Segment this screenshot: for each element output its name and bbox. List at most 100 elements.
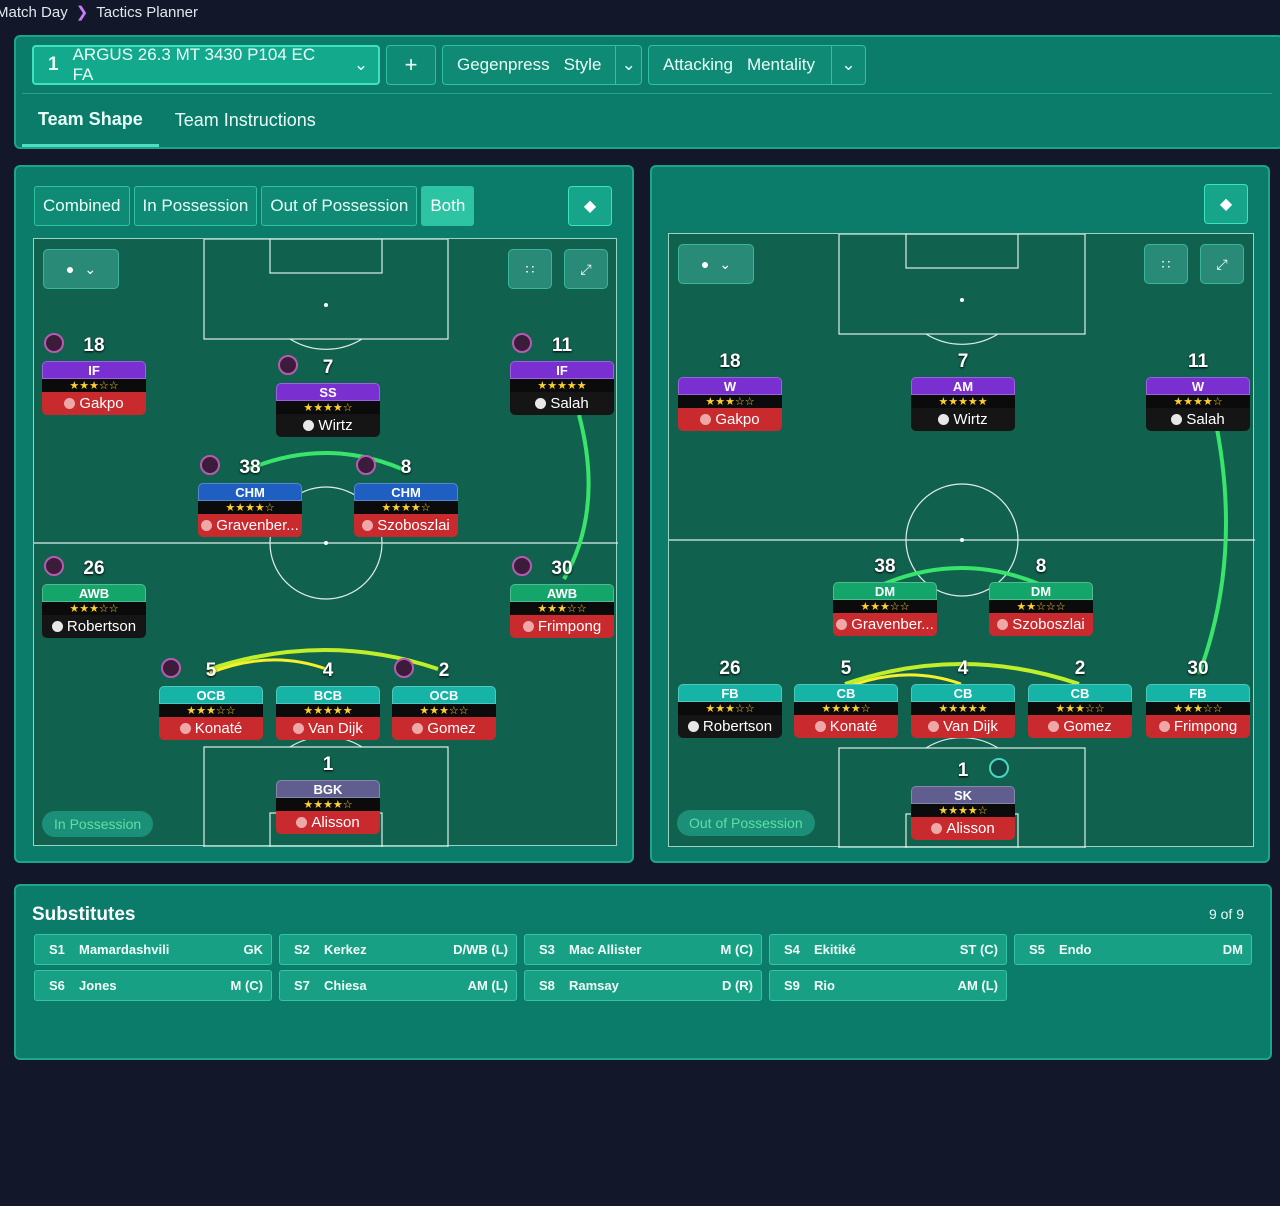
- substitute-item[interactable]: S1 Mamardashvili GK: [34, 934, 272, 965]
- chevron-down-icon[interactable]: ⌄: [344, 47, 378, 83]
- player-role: DM: [989, 582, 1093, 600]
- player-card[interactable]: 38 DM ★★★☆☆ Gravenber...: [833, 556, 937, 640]
- shirt-number: 2: [1074, 658, 1086, 679]
- expand-icon[interactable]: ⤢: [564, 249, 608, 289]
- player-card[interactable]: 11 IF ★★★★★ Salah: [510, 335, 614, 419]
- phase-label: Out of Possession: [677, 810, 815, 836]
- player-card[interactable]: 30 AWB ★★★☆☆ Frimpong: [510, 558, 614, 642]
- player-card[interactable]: 18 W ★★★☆☆ Gakpo: [678, 351, 782, 435]
- role-rating: ★★★★★: [911, 395, 1015, 408]
- player-role: IF: [42, 361, 146, 379]
- substitute-item[interactable]: S5 Endo DM: [1014, 934, 1252, 965]
- player-name: Gravenber...: [851, 616, 934, 633]
- player-name-bar: Gomez: [1028, 715, 1132, 738]
- player-card[interactable]: 5 CB ★★★★☆ Konaté: [794, 658, 898, 742]
- player-name: Alisson: [311, 814, 360, 831]
- style-dropdown[interactable]: Gegenpress Style ⌄: [442, 45, 642, 85]
- player-name: Frimpong: [1173, 718, 1238, 735]
- breadcrumb-separator-icon: ❯: [75, 4, 89, 21]
- visibility-toggle[interactable]: ● ⌄: [678, 244, 754, 284]
- tab-team-instructions[interactable]: Team Instructions: [159, 94, 332, 147]
- player-role: BCB: [276, 686, 380, 704]
- view-out-of-possession-button[interactable]: Out of Possession: [261, 186, 418, 226]
- player-role: BGK: [276, 780, 380, 798]
- role-rating: ★★★★★: [510, 379, 614, 392]
- grid-icon[interactable]: ∷: [1144, 244, 1188, 284]
- player-name-bar: Konaté: [159, 717, 263, 740]
- player-card[interactable]: 8 CHM ★★★★☆ Szoboszlai: [354, 457, 458, 541]
- player-card[interactable]: 11 W ★★★★☆ Salah: [1146, 351, 1250, 435]
- sub-position: AM (L): [957, 978, 998, 993]
- player-card[interactable]: 5 OCB ★★★☆☆ Konaté: [159, 660, 263, 744]
- player-name: Gomez: [427, 720, 476, 737]
- substitute-item[interactable]: S4 Ekitiké ST (C): [769, 934, 1007, 965]
- sub-position: DM: [1222, 942, 1243, 957]
- player-name-bar: Szoboszlai: [354, 514, 458, 537]
- player-card[interactable]: 4 CB ★★★★★ Van Dijk: [911, 658, 1015, 742]
- breadcrumb-parent[interactable]: Match Day: [0, 4, 68, 21]
- player-card[interactable]: 30 FB ★★★☆☆ Frimpong: [1146, 658, 1250, 742]
- player-card[interactable]: 7 SS ★★★★☆ Wirtz: [276, 357, 380, 441]
- view-in-possession-button[interactable]: In Possession: [133, 186, 258, 226]
- role-rating: ★★★★☆: [354, 501, 458, 514]
- player-role: SS: [276, 383, 380, 401]
- player-name: Van Dijk: [943, 718, 998, 735]
- substitute-item[interactable]: S9 Rio AM (L): [769, 970, 1007, 1001]
- tactic-selector[interactable]: 1 ARGUS 26.3 MT 3430 P104 EC FA ⌄: [32, 45, 380, 85]
- substitute-item[interactable]: S6 Jones M (C): [34, 970, 272, 1001]
- player-name-bar: Alisson: [911, 817, 1015, 840]
- sub-slot: S7: [294, 978, 310, 993]
- sub-slot: S3: [539, 942, 555, 957]
- player-name-bar: Robertson: [42, 615, 146, 638]
- player-card[interactable]: 26 AWB ★★★☆☆ Robertson: [42, 558, 146, 642]
- tactic-icon[interactable]: ◆: [568, 186, 612, 226]
- expand-icon[interactable]: ⤢: [1200, 244, 1244, 284]
- tactic-name: ARGUS 26.3 MT 3430 P104 EC FA: [72, 45, 316, 84]
- tab-team-shape[interactable]: Team Shape: [22, 94, 159, 147]
- sub-name: Endo: [1059, 942, 1092, 957]
- player-name: Gakpo: [79, 395, 124, 412]
- shirt-number: 4: [957, 658, 969, 679]
- add-tactic-button[interactable]: +: [386, 45, 436, 85]
- person-icon: [687, 721, 699, 732]
- view-combined-button[interactable]: Combined: [34, 186, 130, 226]
- player-card[interactable]: 7 AM ★★★★★ Wirtz: [911, 351, 1015, 435]
- person-icon: [64, 398, 76, 409]
- player-name-bar: Konaté: [794, 715, 898, 738]
- player-card[interactable]: 26 FB ★★★☆☆ Robertson: [678, 658, 782, 742]
- style-value: Gegenpress: [457, 55, 550, 74]
- chevron-down-icon[interactable]: ⌄: [831, 46, 865, 84]
- visibility-toggle[interactable]: ● ⌄: [43, 249, 119, 289]
- player-name-bar: Gomez: [392, 717, 496, 740]
- grid-icon[interactable]: ∷: [508, 249, 552, 289]
- substitute-item[interactable]: S8 Ramsay D (R): [524, 970, 762, 1001]
- pitch-in-possession: ● ⌄ ∷ ⤢ In Possession 18 IF ★★★☆☆ Gakpo 7 SS ★★…: [33, 238, 618, 847]
- player-card[interactable]: 2 OCB ★★★☆☆ Gomez: [392, 660, 496, 744]
- player-name-bar: Frimpong: [510, 615, 614, 638]
- person-icon: [931, 823, 943, 834]
- sub-name: Kerkez: [324, 942, 367, 957]
- player-card[interactable]: 2 CB ★★★☆☆ Gomez: [1028, 658, 1132, 742]
- view-both-button[interactable]: Both: [421, 186, 475, 226]
- role-rating: ★★★★☆: [198, 501, 302, 514]
- player-status-icon: [44, 556, 64, 576]
- chevron-down-icon[interactable]: ⌄: [615, 46, 641, 84]
- player-card[interactable]: 8 DM ★★☆☆☆ Szoboszlai: [989, 556, 1093, 640]
- player-name-bar: Van Dijk: [911, 715, 1015, 738]
- person-icon: [293, 723, 305, 734]
- substitute-item[interactable]: S2 Kerkez D/WB (L): [279, 934, 517, 965]
- player-card[interactable]: 1 SK ★★★★☆ Alisson: [911, 760, 1015, 844]
- player-card[interactable]: 4 BCB ★★★★★ Van Dijk: [276, 660, 380, 744]
- person-icon: [938, 414, 950, 425]
- tactic-icon[interactable]: ◆: [1204, 184, 1248, 224]
- player-card[interactable]: 38 CHM ★★★★☆ Gravenber...: [198, 457, 302, 541]
- player-name-bar: Gravenber...: [198, 514, 302, 537]
- substitute-item[interactable]: S3 Mac Allister M (C): [524, 934, 762, 965]
- player-card[interactable]: 18 IF ★★★☆☆ Gakpo: [42, 335, 146, 419]
- chevron-down-icon: ⌄: [719, 255, 732, 272]
- sub-position: AM (L): [467, 978, 508, 993]
- player-name: Robertson: [66, 618, 137, 635]
- player-card[interactable]: 1 BGK ★★★★☆ Alisson: [276, 754, 380, 838]
- mentality-dropdown[interactable]: Attacking Mentality ⌄: [648, 45, 866, 85]
- substitute-item[interactable]: S7 Chiesa AM (L): [279, 970, 517, 1001]
